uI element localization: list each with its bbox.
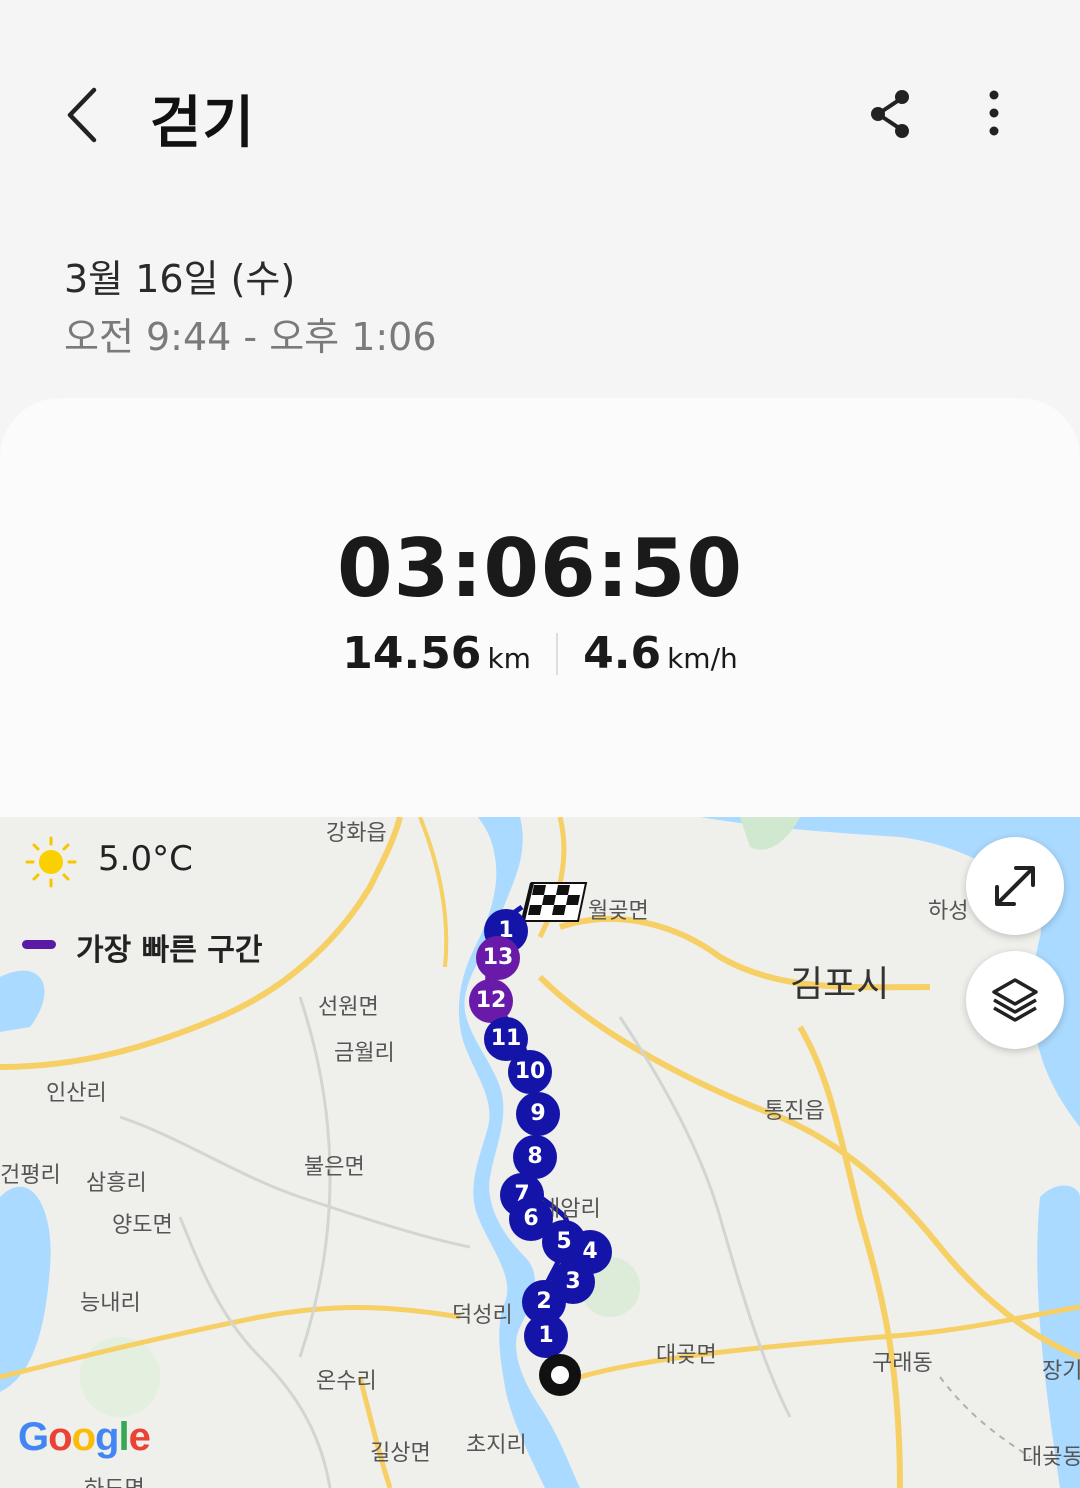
- place-label: 초지리: [466, 1433, 527, 1458]
- place-label: 김포시: [790, 964, 890, 1005]
- place-label: 하도면: [84, 1471, 145, 1488]
- segment-marker[interactable]: 9: [516, 1092, 560, 1136]
- temperature-value: 5.0°C: [98, 839, 193, 879]
- segment-marker[interactable]: 10: [508, 1050, 552, 1094]
- distance-unit: km: [487, 642, 531, 675]
- place-label: 금월리: [334, 1041, 395, 1066]
- expand-map-button[interactable]: [966, 837, 1064, 935]
- stats-row: 14.56 km 4.6 km/h: [0, 628, 1080, 679]
- place-label: 덕성리: [452, 1303, 513, 1328]
- chevron-left-icon: [67, 87, 97, 143]
- place-label: 하성: [928, 899, 969, 924]
- page-title: 걷기: [150, 91, 256, 156]
- back-button[interactable]: [58, 80, 108, 150]
- speed-value: 4.6: [583, 628, 662, 679]
- more-vertical-icon: [989, 90, 999, 136]
- session-date: 3월 16일 (수): [64, 257, 296, 301]
- route-map[interactable]: 강화읍 월곶면 하성 김포시 선원면 금월리 인산리 통진읍 불은면 건평리 삼…: [0, 817, 1080, 1488]
- sun-icon: [25, 836, 77, 888]
- place-label: 불은면: [304, 1155, 365, 1180]
- top-app-bar: 걷기: [0, 0, 1080, 220]
- place-label: 대곶면: [656, 1343, 717, 1368]
- place-label: 온수리: [316, 1369, 377, 1394]
- session-time-range: 오전 9:44 - 오후 1:06: [64, 315, 437, 359]
- share-button[interactable]: [862, 84, 920, 144]
- layers-icon: [992, 978, 1038, 1022]
- map-layers-button[interactable]: [966, 951, 1064, 1049]
- speed-stat: 4.6 km/h: [583, 628, 738, 679]
- place-label: 삼흥리: [86, 1171, 147, 1196]
- google-attribution: Google: [18, 1415, 151, 1459]
- place-label: 구래동: [872, 1351, 933, 1376]
- speed-unit: km/h: [667, 642, 738, 675]
- place-label: 강화읍: [326, 821, 387, 846]
- start-point-icon: [539, 1354, 581, 1396]
- legend-label: 가장 빠른 구간: [76, 933, 263, 968]
- expand-icon: [995, 866, 1035, 906]
- segment-marker[interactable]: 5: [542, 1220, 586, 1264]
- distance-value: 14.56: [342, 628, 482, 679]
- place-label: 월곶면: [588, 899, 649, 924]
- share-icon: [871, 90, 909, 138]
- place-label: 건평리: [0, 1163, 61, 1188]
- place-label: 길상면: [370, 1441, 431, 1466]
- place-label: 인산리: [46, 1081, 107, 1106]
- weather-info: 5.0°C: [24, 835, 193, 888]
- place-label: 양도면: [112, 1213, 173, 1238]
- place-label: 대곶동: [1022, 1445, 1080, 1470]
- segment-marker[interactable]: 13: [476, 936, 520, 980]
- duration-value: 03:06:50: [337, 522, 743, 615]
- more-options-button[interactable]: [968, 84, 1020, 144]
- place-label: 능내리: [80, 1291, 141, 1316]
- place-label: 통진읍: [764, 1099, 825, 1124]
- distance-stat: 14.56 km: [342, 628, 531, 679]
- place-label: 장기: [1042, 1359, 1080, 1384]
- stats-divider: [556, 632, 559, 675]
- legend-color-swatch: [22, 940, 56, 949]
- place-label: 선원면: [318, 995, 379, 1020]
